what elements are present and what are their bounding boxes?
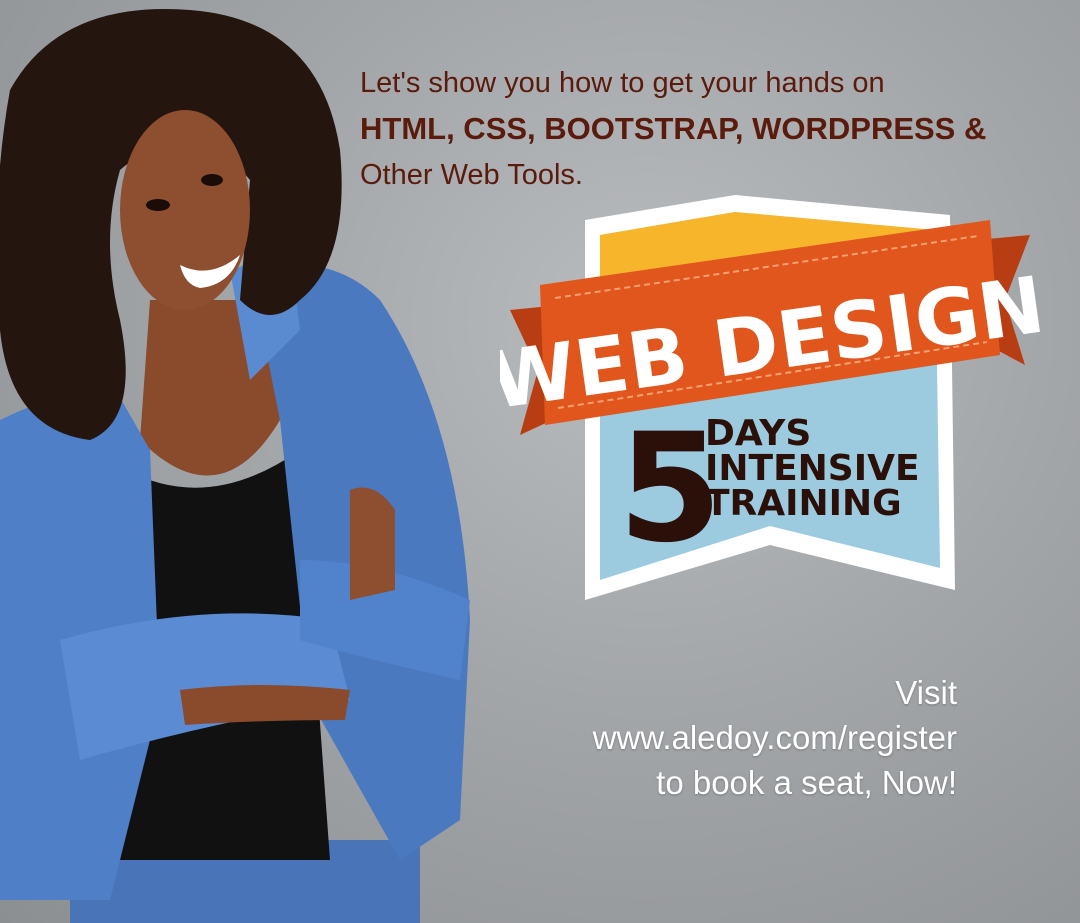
call-to-action: Visit www.aledoy.com/register to book a … — [520, 670, 957, 805]
headline: Let's show you how to get your hands on … — [360, 60, 1060, 198]
headline-line-2: HTML, CSS, BOOTSTRAP, WORDPRESS & — [360, 111, 987, 146]
web-design-badge: WEB DESIGN 5 DAYS INTENSIVE TRAINING — [500, 195, 1040, 600]
cta-line-1: Visit — [895, 674, 957, 711]
cta-line-3: to book a seat, Now! — [656, 764, 957, 801]
badge-line-training: TRAINING — [705, 483, 902, 524]
register-link: www.aledoy.com/register — [592, 719, 957, 756]
headline-line-1: Let's show you how to get your hands on — [360, 67, 885, 99]
flyer: Let's show you how to get your hands on … — [0, 0, 1080, 923]
